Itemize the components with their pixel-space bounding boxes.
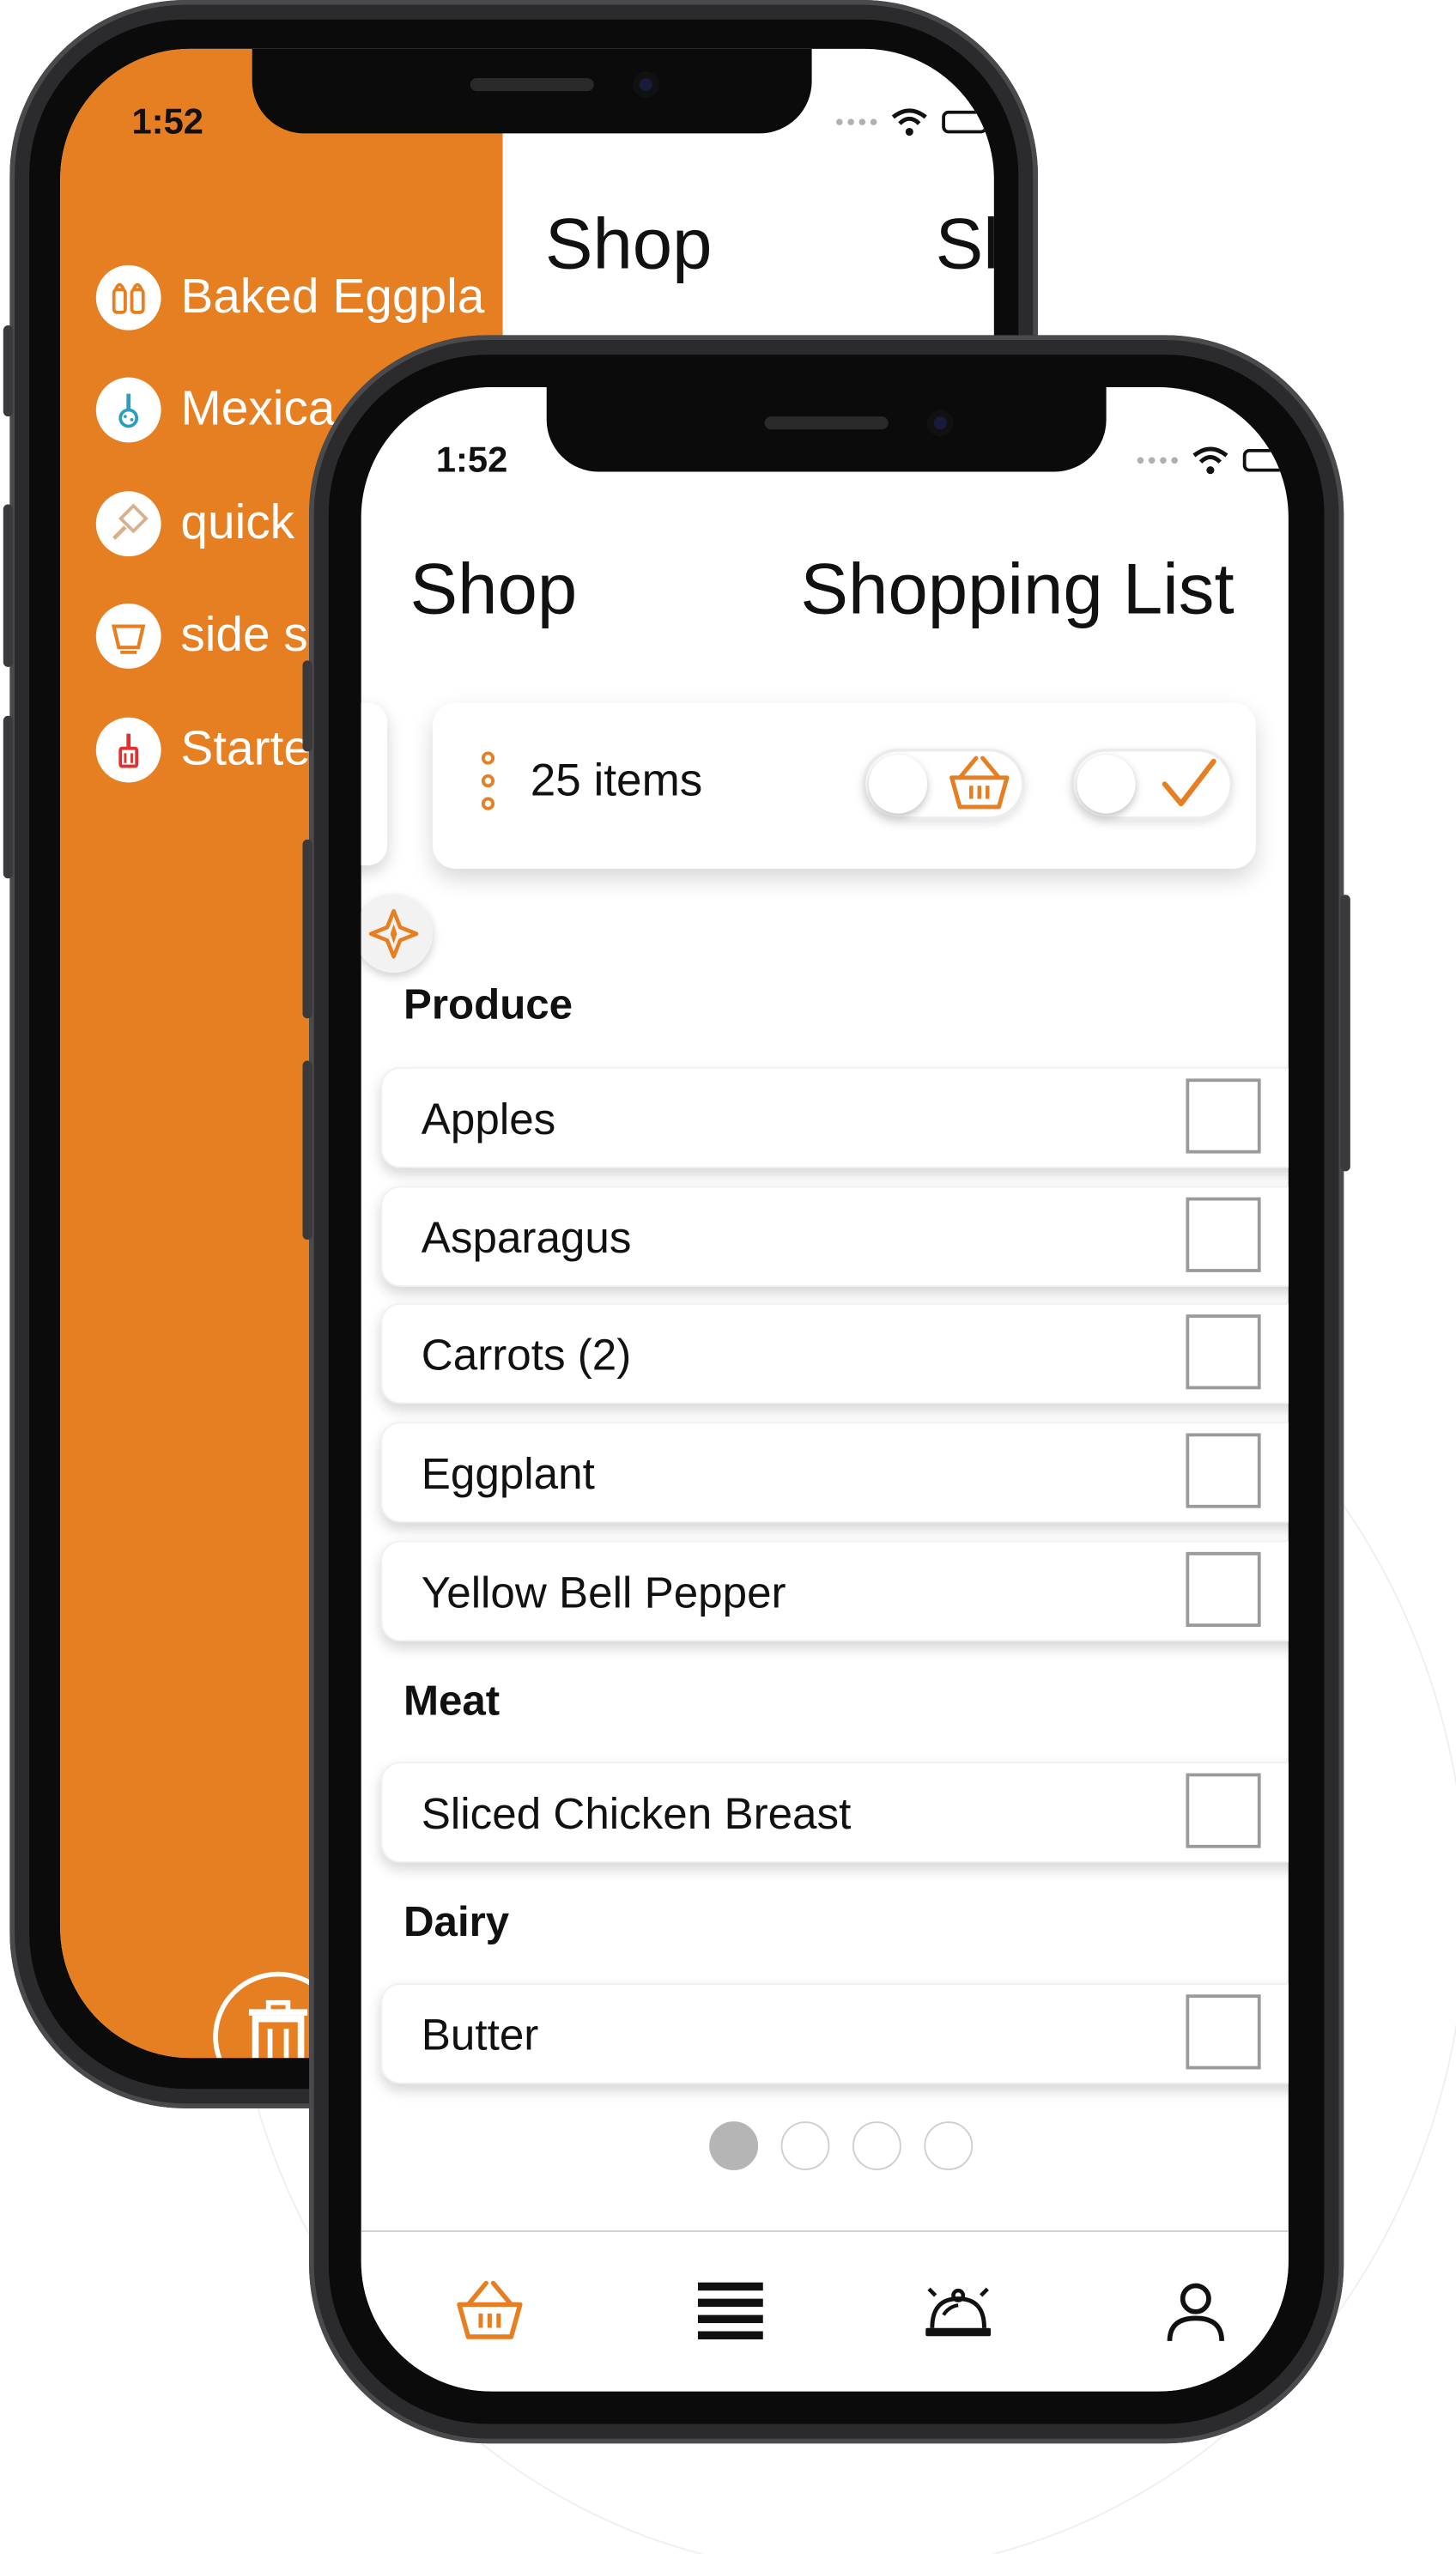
previous-list-card[interactable] [361, 702, 388, 866]
tab-profile[interactable] [1155, 2271, 1236, 2352]
page-dot-1[interactable] [709, 2121, 759, 2170]
status-icons [1137, 446, 1289, 475]
item-name: Carrots (2) [421, 1331, 632, 1380]
item-checkbox[interactable] [1186, 1551, 1261, 1627]
cloche-icon [925, 2287, 992, 2337]
item-checkbox[interactable] [1186, 1773, 1261, 1848]
sparkle-icon [368, 908, 419, 959]
checkmark-icon [1162, 758, 1216, 807]
list-item[interactable]: Sliced Chicken Breast [380, 1762, 1289, 1863]
user-icon [1167, 2283, 1224, 2342]
battery-icon [1242, 449, 1289, 472]
item-name: Sliced Chicken Breast [421, 1789, 852, 1839]
item-checkbox[interactable] [1186, 1078, 1261, 1154]
signal-icon [836, 118, 877, 125]
wifi-icon [1192, 446, 1228, 475]
section-title-produce: Produce [403, 979, 573, 1028]
battery-icon [942, 110, 988, 134]
menu-lines-icon [697, 2282, 763, 2340]
wifi-icon [891, 108, 927, 136]
section-title-dairy: Dairy [403, 1896, 510, 1946]
page-dot-4[interactable] [924, 2121, 974, 2170]
back-status-time: 1:52 [131, 100, 203, 142]
notch [546, 387, 1107, 472]
volume-down-button [302, 1060, 312, 1240]
list-item[interactable]: Carrots (2) [380, 1302, 1289, 1404]
page-title-shop: Shop [410, 549, 578, 630]
basket-toggle[interactable] [862, 748, 1025, 821]
toggle-knob [1077, 755, 1136, 814]
drawer-item-label: Mexica [180, 382, 336, 437]
spatula-icon [95, 717, 161, 783]
drawer-item-label: quick [180, 495, 295, 550]
item-name: Apples [421, 1095, 556, 1144]
volume-up-button [302, 839, 312, 1019]
item-name: Yellow Bell Pepper [421, 1568, 786, 1617]
item-checkbox[interactable] [1186, 1314, 1261, 1390]
section-title-meat: Meat [403, 1675, 500, 1725]
shopping-list-screen: 1:52 Shop Shopping List 25 items Produce… [361, 387, 1289, 2392]
back-status-icons [836, 107, 988, 136]
bowl-icon [95, 604, 161, 670]
volume-down-button [3, 715, 14, 879]
list-item[interactable]: Apples [380, 1067, 1289, 1168]
list-item[interactable]: Asparagus [380, 1186, 1289, 1287]
list-item[interactable]: Yellow Bell Pepper [380, 1540, 1289, 1642]
page-dot-3[interactable] [852, 2121, 901, 2170]
list-item[interactable]: Eggplant [380, 1422, 1289, 1523]
status-time: 1:52 [435, 439, 508, 481]
volume-up-button [3, 504, 14, 667]
drawer-item-label: side s [180, 609, 308, 663]
item-name: Asparagus [421, 1213, 632, 1263]
page-title-shopping-list: Shopping List [800, 549, 1235, 630]
item-checkbox[interactable] [1186, 1433, 1261, 1508]
tab-bar [361, 2230, 1289, 2392]
back-title-shop: Shop [544, 204, 713, 285]
list-summary-card: 25 items [433, 702, 1256, 869]
list-item[interactable]: Butter [380, 1983, 1289, 2084]
sort-button[interactable] [361, 895, 434, 974]
more-options-icon[interactable] [481, 751, 495, 810]
salt-pepper-icon [95, 264, 161, 331]
drawer-item-label: Baked Eggpla [180, 270, 485, 324]
page-dot-2[interactable] [780, 2121, 830, 2170]
item-count: 25 items [530, 755, 703, 806]
checked-toggle[interactable] [1070, 748, 1234, 821]
drawer-item-baked-eggplant[interactable]: Baked Eggpla [95, 240, 485, 354]
mute-switch [3, 325, 14, 417]
whisk-icon [95, 378, 161, 443]
drawer-item-label: Starte [180, 721, 312, 776]
signal-icon [1137, 457, 1178, 464]
back-title-shopping: Sl [935, 204, 994, 285]
page-indicator [709, 2121, 974, 2170]
basket-icon [457, 2280, 523, 2339]
trash-icon [248, 1999, 308, 2059]
item-name: Butter [421, 2011, 539, 2060]
toggle-knob [868, 755, 928, 814]
item-name: Eggplant [421, 1449, 595, 1499]
tab-list[interactable] [689, 2271, 771, 2352]
item-checkbox[interactable] [1186, 1197, 1261, 1272]
power-button [1340, 895, 1350, 1172]
basket-icon [949, 755, 1010, 810]
back-notch [252, 48, 812, 134]
tab-shop[interactable] [449, 2271, 531, 2352]
grater-icon [95, 490, 161, 556]
item-checkbox[interactable] [1186, 1994, 1261, 2070]
tab-recipes[interactable] [918, 2271, 999, 2352]
marketing-stage: 1:52 Baked Eggpla Mexica quick side s St… [0, 0, 1456, 2554]
mute-switch [302, 660, 312, 752]
front-phone: 1:52 Shop Shopping List 25 items Produce… [302, 335, 1350, 2444]
